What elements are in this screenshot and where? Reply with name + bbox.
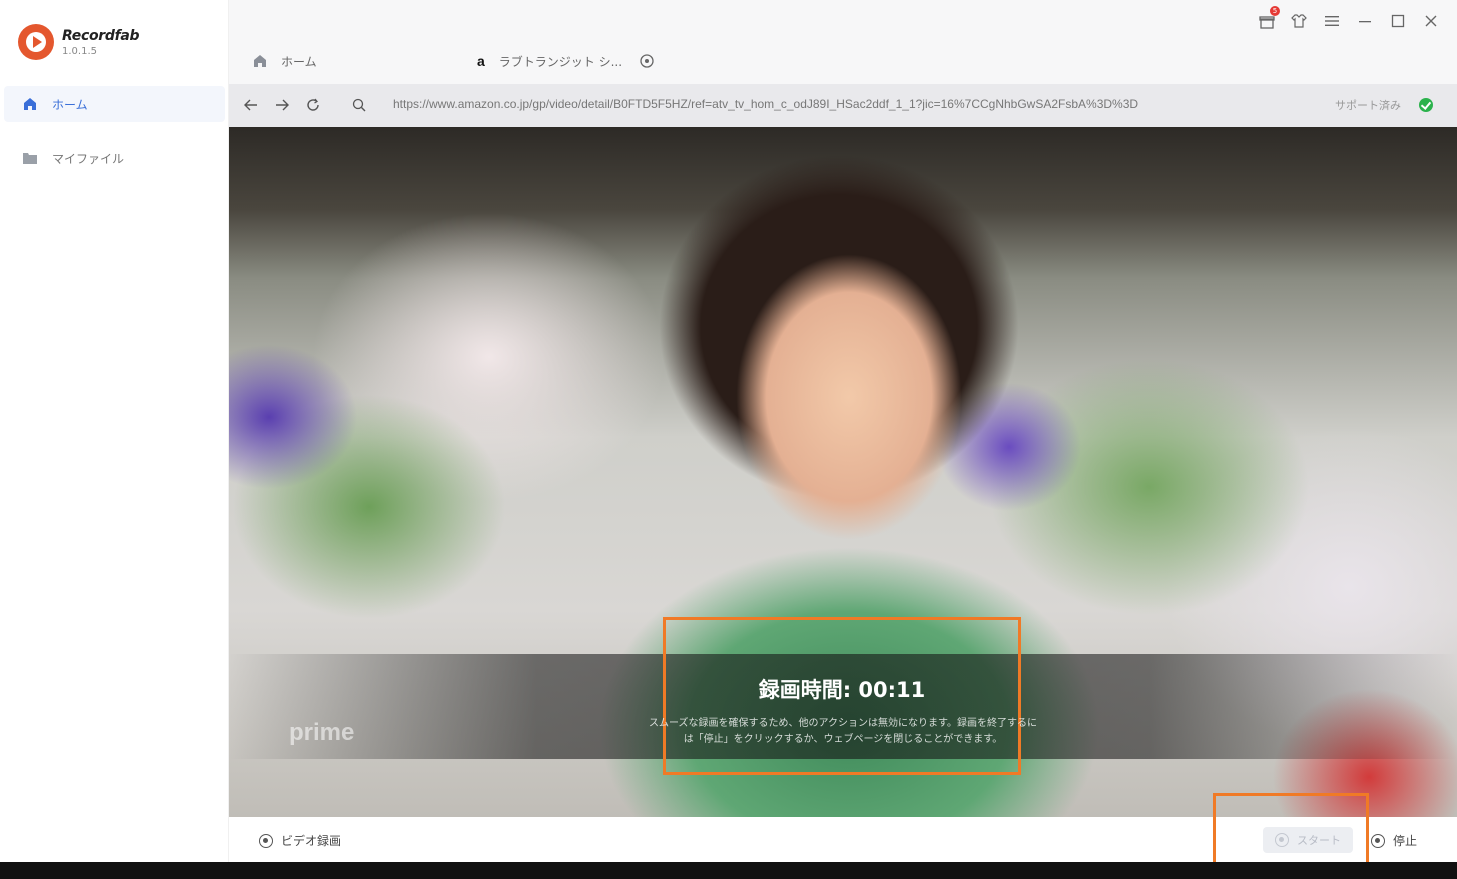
support-status-label: サポート済み <box>1335 99 1401 112</box>
sidebar-item-my-files[interactable]: マイファイル <box>4 140 225 176</box>
amazon-icon: a <box>477 53 485 69</box>
forward-arrow-icon[interactable] <box>272 95 292 115</box>
url-field[interactable]: https://www.amazon.co.jp/gp/video/detail… <box>393 97 1138 111</box>
sidebar-item-label: ホーム <box>52 97 88 112</box>
recording-note: スムーズな録画を確保するため、他のアクションは無効になります。録画を終了するに … <box>618 716 1068 748</box>
video-player: prime 録画時間: 00:11 スムーズな録画を確保するため、他のアクション… <box>229 127 1457 817</box>
back-arrow-icon[interactable] <box>241 95 261 115</box>
app-logo: Recordfab 1.0.1.5 <box>18 24 140 60</box>
close-icon[interactable] <box>1420 10 1442 32</box>
recording-time: 録画時間: 00:11 <box>758 678 926 702</box>
reload-icon[interactable] <box>303 95 323 115</box>
taskbar-strip <box>0 862 1457 879</box>
app-version: 1.0.1.5 <box>62 45 97 57</box>
logo-text: Recordfab 1.0.1.5 <box>62 27 140 57</box>
stop-button[interactable]: 停止 <box>1371 832 1417 849</box>
shirt-icon[interactable] <box>1288 10 1310 32</box>
tab-bar: ホーム a ラブトランジット シ... 5 <box>229 0 1457 84</box>
sidebar-item-label: マイファイル <box>52 151 125 166</box>
app-name: Recordfab <box>62 27 140 44</box>
menu-icon[interactable] <box>1321 10 1343 32</box>
home-icon <box>22 96 38 112</box>
home-icon <box>253 54 267 68</box>
gift-icon[interactable]: 5 <box>1256 6 1280 32</box>
sidebar-item-home[interactable]: ホーム <box>4 86 225 122</box>
recording-info-highlight: 録画時間: 00:11 スムーズな録画を確保するため、他のアクションは無効になり… <box>649 617 1037 775</box>
tab-amazon[interactable]: a ラブトランジット シ... <box>477 48 654 74</box>
notification-badge: 5 <box>1270 6 1280 16</box>
stop-label: 停止 <box>1393 834 1418 848</box>
video-record-option[interactable]: ビデオ録画 <box>259 832 341 849</box>
tab-label: ラブトランジット シ... <box>498 54 623 69</box>
recording-control-bar: ビデオ録画 スタート 停止 <box>229 793 1457 879</box>
record-radio-icon <box>259 833 273 848</box>
search-icon <box>349 95 369 115</box>
app-window: Recordfab 1.0.1.5 ホーム マイファイル ホーム a ラブトラン… <box>0 0 1457 879</box>
tab-label: ホーム <box>281 54 317 69</box>
recording-note-line-1: スムーズな録画を確保するため、他のアクションは無効になります。録画を終了するに <box>649 718 1037 729</box>
recordfab-logo-icon <box>18 24 54 60</box>
maximize-icon[interactable] <box>1387 10 1409 32</box>
tab-home[interactable]: ホーム <box>253 48 317 74</box>
folder-icon <box>22 150 38 166</box>
minimize-icon[interactable] <box>1354 10 1376 32</box>
sidebar: Recordfab 1.0.1.5 ホーム マイファイル <box>0 0 229 862</box>
video-record-label: ビデオ録画 <box>281 834 342 848</box>
address-bar: https://www.amazon.co.jp/gp/video/detail… <box>229 84 1457 127</box>
recording-note-line-2: は「停止」をクリックするか、ウェブページを閉じることができます。 <box>683 734 1003 745</box>
check-icon <box>1419 98 1433 112</box>
stop-radio-icon <box>1371 833 1385 848</box>
tab-close-icon[interactable] <box>640 54 654 68</box>
prime-watermark: prime <box>289 719 355 746</box>
